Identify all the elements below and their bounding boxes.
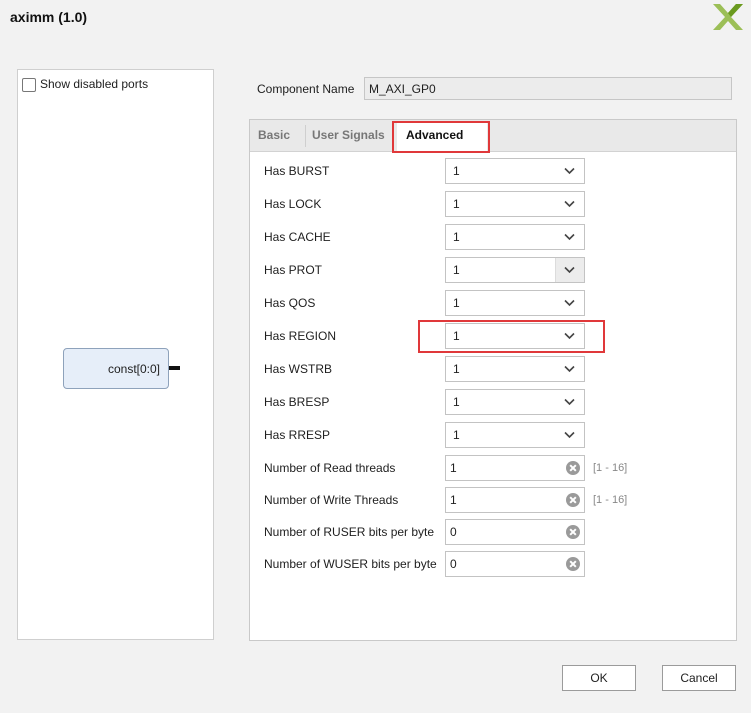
has-region-highlight [418,320,605,353]
write-threads-label: Number of Write Threads [264,493,399,507]
has-wstrb-label: Has WSTRB [264,362,333,376]
chevron-down-icon [564,233,575,241]
has-bresp-select[interactable]: 1 [445,389,585,415]
has-qos-value: 1 [453,296,460,310]
clear-icon[interactable] [566,461,580,475]
chevron-down-icon [564,167,575,175]
wuser-bits-value: 0 [450,557,457,571]
chevron-down-icon [564,266,575,274]
ruser-bits-value: 0 [450,525,457,539]
ip-block-symbol[interactable]: const[0:0] [63,348,169,389]
write-threads-value: 1 [450,493,457,507]
has-prot-value: 1 [453,263,460,277]
has-cache-label: Has CACHE [264,230,331,244]
ruser-bits-input[interactable]: 0 [445,519,585,545]
has-bresp-label: Has BRESP [264,395,330,409]
chevron-down-icon [564,398,575,406]
show-disabled-ports-checkbox[interactable] [22,78,36,92]
read-threads-label: Number of Read threads [264,461,396,475]
advanced-tab-highlight [392,121,490,153]
has-rresp-value: 1 [453,428,460,442]
tab-basic[interactable]: Basic [258,120,290,151]
has-region-label: Has REGION [264,329,337,343]
has-wstrb-select[interactable]: 1 [445,356,585,382]
has-lock-value: 1 [453,197,460,211]
tab-divider [305,125,306,147]
has-burst-select[interactable]: 1 [445,158,585,184]
clear-icon[interactable] [566,557,580,571]
xilinx-logo-icon [713,4,743,30]
has-prot-select[interactable]: 1 [445,257,585,283]
has-qos-label: Has QOS [264,296,316,310]
has-rresp-label: Has RRESP [264,428,331,442]
has-lock-select[interactable]: 1 [445,191,585,217]
has-cache-select[interactable]: 1 [445,224,585,250]
has-wstrb-value: 1 [453,362,460,376]
has-bresp-value: 1 [453,395,460,409]
component-name-field[interactable]: M_AXI_GP0 [364,77,732,100]
write-threads-input[interactable]: 1 [445,487,585,513]
has-qos-select[interactable]: 1 [445,290,585,316]
chevron-down-icon [564,299,575,307]
clear-icon[interactable] [566,493,580,507]
window-title: aximm (1.0) [10,9,88,25]
chevron-down-icon [564,365,575,373]
chevron-down-icon [564,200,575,208]
ok-button[interactable]: OK [562,665,636,691]
has-prot-label: Has PROT [264,263,323,277]
wuser-bits-label: Number of WUSER bits per byte [264,557,437,571]
read-threads-value: 1 [450,461,457,475]
port-pin [169,366,180,370]
chevron-down-icon [564,431,575,439]
has-burst-label: Has BURST [264,164,330,178]
read-threads-input[interactable]: 1 [445,455,585,481]
tab-user-signals[interactable]: User Signals [312,120,385,151]
clear-icon[interactable] [566,525,580,539]
wuser-bits-input[interactable]: 0 [445,551,585,577]
has-rresp-select[interactable]: 1 [445,422,585,448]
ruser-bits-label: Number of RUSER bits per byte [264,525,435,539]
has-lock-label: Has LOCK [264,197,322,211]
port-label: const[0:0] [107,362,160,376]
component-name-label: Component Name [257,82,355,96]
has-cache-value: 1 [453,230,460,244]
read-threads-range: [1 - 16] [593,462,628,474]
show-disabled-ports-label: Show disabled ports [40,77,149,91]
has-burst-value: 1 [453,164,460,178]
cancel-button[interactable]: Cancel [662,665,736,691]
write-threads-range: [1 - 16] [593,494,628,506]
